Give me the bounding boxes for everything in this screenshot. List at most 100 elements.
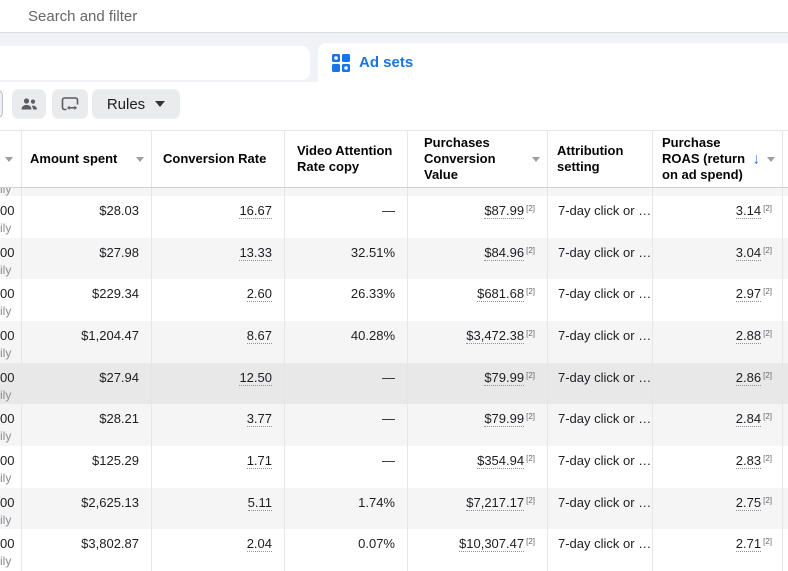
table-row: 00 ily $229.34 2.60 26.33% $681.68[2] 7-…: [0, 279, 788, 321]
table-row: 00 ily $2,625.13 5.11 1.74% $7,217.17[2]…: [0, 488, 788, 530]
cell-attribution-setting: 7-day click or …: [548, 529, 653, 571]
purchase-roas-value[interactable]: 2.88: [736, 328, 761, 344]
purchases-conversion-value[interactable]: $84.96: [484, 245, 524, 261]
cell-budget: 00 ily: [0, 238, 22, 280]
cell-purchase-roas: 2.71[2]: [653, 529, 783, 571]
purchases-conversion-value[interactable]: $10,307.47: [459, 536, 524, 552]
cell-budget: 00 ily: [0, 196, 22, 238]
cell-amount-spent: $3,802.87: [22, 529, 152, 571]
tab-ad-sets[interactable]: Ad sets: [318, 43, 788, 82]
search-input[interactable]: Search and filter: [28, 8, 137, 25]
cell-conversion-rate: 1.71: [152, 446, 285, 488]
footnote-marker: [2]: [526, 496, 535, 505]
purchases-conversion-value[interactable]: $7,217.17: [466, 495, 524, 511]
cell-conversion-rate: 16.67: [152, 196, 285, 238]
cell-purchase-roas: 3.14[2]: [653, 196, 783, 238]
footnote-marker: [2]: [763, 537, 772, 546]
audience-button[interactable]: [12, 89, 46, 119]
footnote-marker: [2]: [763, 496, 772, 505]
footnote-marker: [2]: [526, 537, 535, 546]
conversion-rate-value[interactable]: 8.67: [247, 328, 272, 344]
sort-caret-icon: [136, 157, 144, 162]
ad-sets-grid-icon: [332, 54, 350, 72]
column-header-budget[interactable]: [0, 131, 22, 187]
cell-purchase-roas: 2.75[2]: [653, 488, 783, 530]
purchase-roas-value[interactable]: 3.04: [736, 245, 761, 261]
conversion-rate-value[interactable]: 13.33: [239, 245, 272, 261]
purchases-conversion-value[interactable]: $354.94: [477, 453, 524, 469]
purchase-roas-value[interactable]: 2.97: [736, 286, 761, 302]
purchases-conversion-value[interactable]: $79.99: [484, 411, 524, 427]
cell-budget: 00 ily: [0, 404, 22, 446]
tab-ad-sets-label: Ad sets: [359, 54, 413, 71]
footnote-marker: [2]: [526, 412, 535, 421]
cell-purchases-conversion-value: $79.99[2]: [408, 404, 548, 446]
column-header-attribution-setting[interactable]: Attribution setting: [548, 131, 653, 187]
edit-placements-button[interactable]: [52, 89, 88, 119]
purchase-roas-value[interactable]: 2.83: [736, 453, 761, 469]
cell-video-attention-rate: 26.33%: [285, 279, 408, 321]
ad-sets-table: Amount spent Conversion Rate Video Atten…: [0, 130, 788, 571]
footnote-marker: [2]: [763, 204, 772, 213]
purchase-roas-value[interactable]: 2.86: [736, 370, 761, 386]
purchase-roas-value[interactable]: 2.75: [736, 495, 761, 511]
purchases-conversion-value[interactable]: $87.99: [484, 203, 524, 219]
cell-amount-spent: $2,625.13: [22, 488, 152, 530]
conversion-rate-value[interactable]: 1.71: [247, 453, 272, 469]
left-panel-corner: [0, 46, 310, 80]
purchase-roas-value[interactable]: 2.71: [736, 536, 761, 552]
purchases-conversion-value[interactable]: $79.99: [484, 370, 524, 386]
table-body: 00 ily $28.03 16.67 — $87.99[2] 7-day cl…: [0, 196, 788, 571]
cell-conversion-rate: 13.33: [152, 238, 285, 280]
table-row: 00 ily $125.29 1.71 — $354.94[2] 7-day c…: [0, 446, 788, 488]
cell-attribution-setting: 7-day click or …: [548, 363, 653, 405]
column-header-purchase-roas[interactable]: Purchase ROAS (return on ad spend) ↓: [653, 131, 783, 187]
cell-video-attention-rate: 1.74%: [285, 488, 408, 530]
cell-budget: 00 ily: [0, 279, 22, 321]
footnote-marker: [2]: [526, 454, 535, 463]
cell-attribution-setting: 7-day click or …: [548, 279, 653, 321]
toolbar: Rules: [0, 82, 788, 130]
column-header-conversion-rate[interactable]: Conversion Rate: [152, 131, 285, 187]
purchase-roas-value[interactable]: 3.14: [736, 203, 761, 219]
conversion-rate-value[interactable]: 3.77: [247, 411, 272, 427]
conversion-rate-value[interactable]: 12.50: [239, 370, 272, 386]
cell-budget: 00 ily: [0, 529, 22, 571]
purchases-conversion-value[interactable]: $3,472.38: [466, 328, 524, 344]
chevron-down-icon: [155, 101, 165, 107]
cell-purchase-roas: 2.86[2]: [653, 363, 783, 405]
table-row: 00 ily $1,204.47 8.67 40.28% $3,472.38[2…: [0, 321, 788, 363]
purchase-roas-value[interactable]: 2.84: [736, 411, 761, 427]
cell-conversion-rate: 2.04: [152, 529, 285, 571]
rules-button-label: Rules: [107, 96, 145, 113]
toolbar-button-partial[interactable]: [0, 89, 3, 119]
cell-purchase-roas: 2.83[2]: [653, 446, 783, 488]
cell-amount-spent: $1,204.47: [22, 321, 152, 363]
sort-descending-arrow-icon: ↓: [753, 151, 761, 168]
cell-purchases-conversion-value: $354.94[2]: [408, 446, 548, 488]
purchases-conversion-value[interactable]: $681.68: [477, 286, 524, 302]
conversion-rate-value[interactable]: 16.67: [239, 203, 272, 219]
cell-conversion-rate: 2.60: [152, 279, 285, 321]
cell-purchases-conversion-value: $3,472.38[2]: [408, 321, 548, 363]
conversion-rate-value[interactable]: 5.11: [248, 495, 272, 511]
tabs-band: Ad sets: [0, 33, 788, 82]
search-and-filter-bar[interactable]: Search and filter: [0, 0, 788, 33]
cell-purchases-conversion-value: $87.99[2]: [408, 196, 548, 238]
column-header-video-attention[interactable]: Video Attention Rate copy: [285, 131, 408, 187]
cell-purchases-conversion-value: $681.68[2]: [408, 279, 548, 321]
cell-purchase-roas: 2.88[2]: [653, 321, 783, 363]
footnote-marker: [2]: [763, 329, 772, 338]
rules-button[interactable]: Rules: [92, 89, 180, 119]
footnote-marker: [2]: [526, 204, 535, 213]
cell-attribution-setting: 7-day click or …: [548, 321, 653, 363]
cell-purchases-conversion-value: $7,217.17[2]: [408, 488, 548, 530]
column-header-purchases-conversion-value[interactable]: Purchases Conversion Value: [408, 131, 548, 187]
conversion-rate-value[interactable]: 2.04: [247, 536, 272, 552]
conversion-rate-value[interactable]: 2.60: [247, 286, 272, 302]
cell-purchases-conversion-value: $79.99[2]: [408, 363, 548, 405]
column-header-amount-spent[interactable]: Amount spent: [22, 131, 152, 187]
footnote-marker: [2]: [763, 246, 772, 255]
footnote-marker: [2]: [763, 454, 772, 463]
people-icon: [20, 96, 38, 112]
